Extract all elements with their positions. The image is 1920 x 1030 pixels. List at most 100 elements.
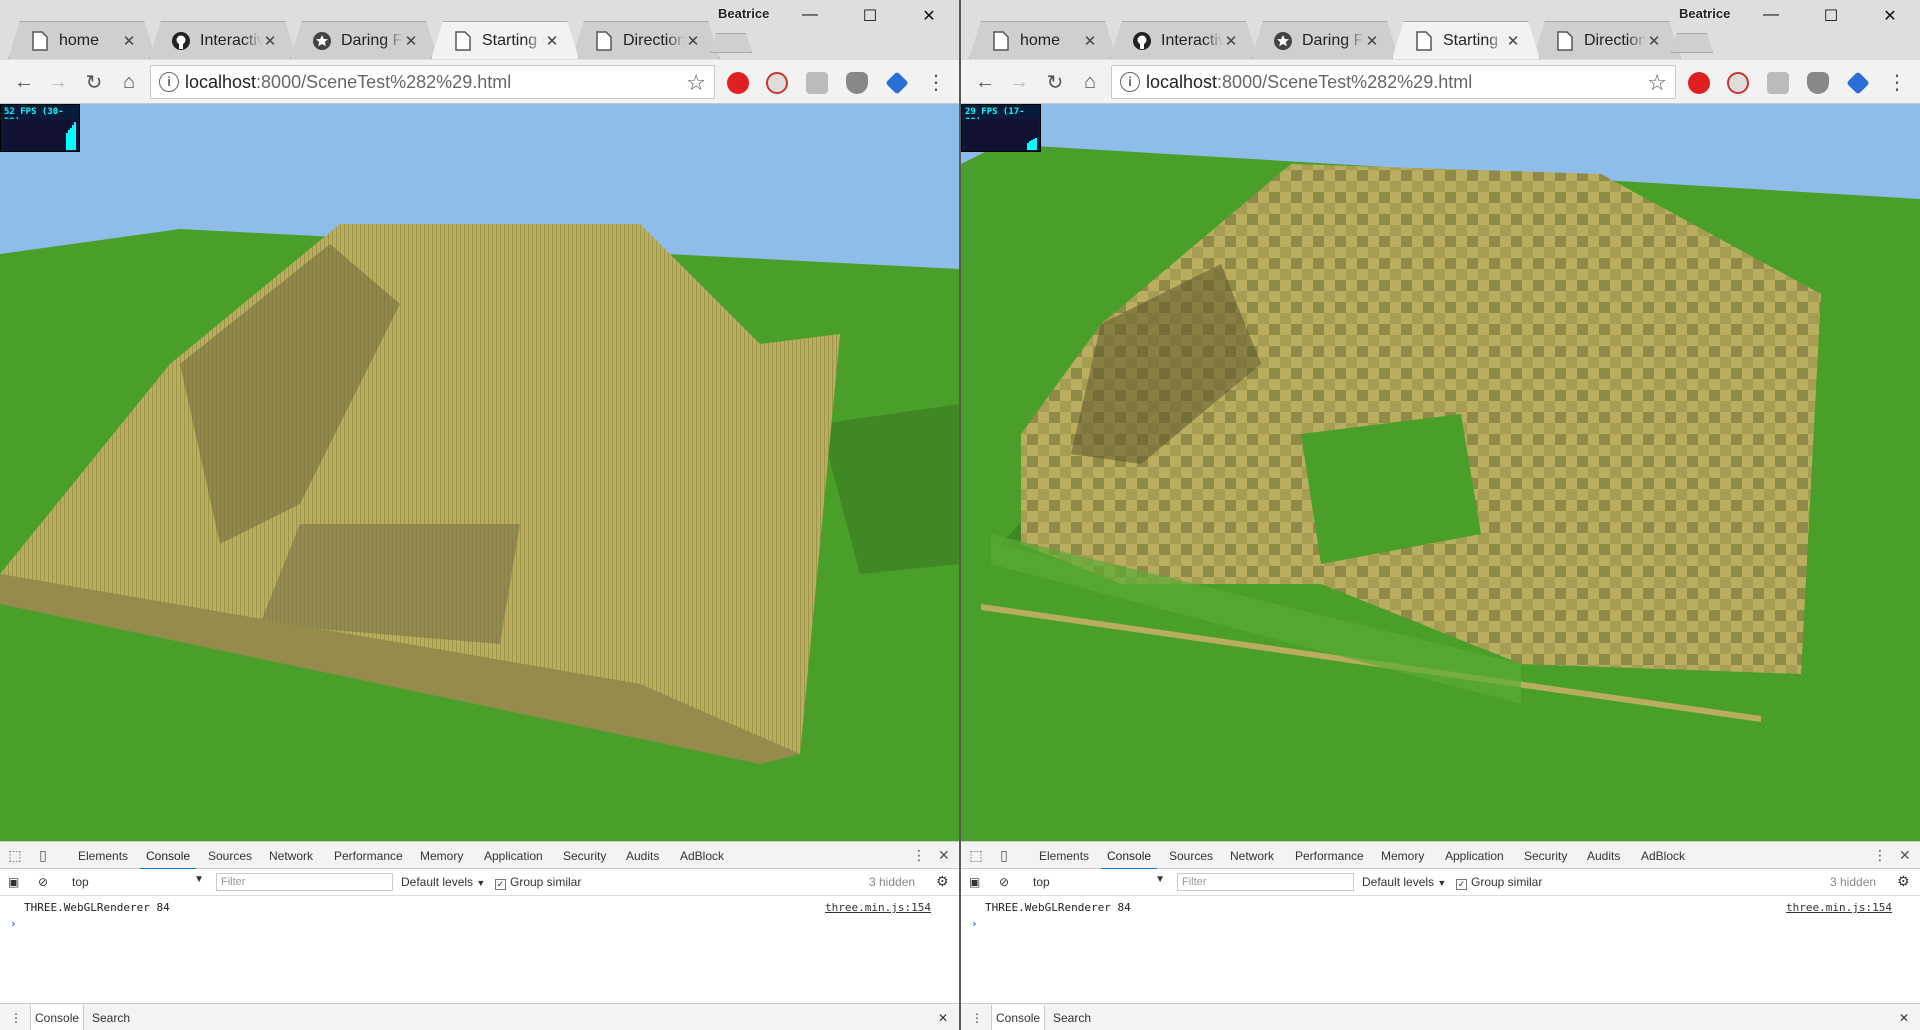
shield-extension-icon[interactable] <box>1807 72 1829 94</box>
new-tab-button[interactable] <box>1671 33 1713 53</box>
close-window-icon[interactable]: ✕ <box>1870 6 1910 26</box>
tab-close-icon[interactable]: ✕ <box>1223 32 1239 50</box>
tab-close-icon[interactable]: ✕ <box>685 32 701 50</box>
tab-direction[interactable]: Direction ✕ <box>1533 21 1681 59</box>
tab-close-icon[interactable]: ✕ <box>262 32 278 50</box>
devtools-close-icon[interactable]: ✕ <box>1899 847 1911 864</box>
extension-face-icon[interactable] <box>766 72 788 94</box>
devtools-tab-application[interactable]: Application <box>1445 849 1504 863</box>
inspect-icon[interactable]: ⬚ <box>6 846 24 864</box>
maximize-icon[interactable]: ☐ <box>850 6 890 26</box>
console-filter-input[interactable]: Filter <box>1177 873 1354 891</box>
minimize-icon[interactable]: — <box>790 6 830 24</box>
drawer-tab-console[interactable]: Console <box>991 1005 1046 1030</box>
reload-icon[interactable]: ↻ <box>1041 68 1069 96</box>
profile-name[interactable]: Beatrice <box>1679 6 1730 21</box>
info-icon[interactable]: i <box>159 72 179 92</box>
console-settings-gear-icon[interactable]: ⚙ <box>1897 873 1910 890</box>
info-icon[interactable]: i <box>1120 72 1140 92</box>
drawer-tab-search[interactable]: Search <box>1053 1011 1091 1025</box>
devtools-tab-audits[interactable]: Audits <box>1587 849 1620 863</box>
maximize-icon[interactable]: ☐ <box>1811 6 1851 26</box>
console-settings-gear-icon[interactable]: ⚙ <box>936 873 949 890</box>
context-select[interactable]: top ▼ <box>1027 873 1167 891</box>
devtools-tab-elements[interactable]: Elements <box>1039 849 1089 863</box>
tab-close-icon[interactable]: ✕ <box>1082 32 1098 50</box>
console-filter-input[interactable]: Filter <box>216 873 393 891</box>
devtools-tab-sources[interactable]: Sources <box>1169 849 1213 863</box>
devtools-tab-application[interactable]: Application <box>484 849 543 863</box>
devtools-tab-console[interactable]: Console <box>1100 849 1158 870</box>
opera-extension-icon[interactable] <box>1688 72 1710 94</box>
devtools-tab-sources[interactable]: Sources <box>208 849 252 863</box>
sidebar-toggle-icon[interactable]: ▣ <box>8 875 19 889</box>
home-icon[interactable]: ⌂ <box>1076 68 1104 96</box>
tab-home[interactable]: home ✕ <box>8 21 156 59</box>
tab-close-icon[interactable]: ✕ <box>403 32 419 50</box>
console-log-source-link[interactable]: three.min.js:154 <box>825 901 931 914</box>
tab-github[interactable]: Interactiv ✕ <box>1110 21 1258 59</box>
group-similar-checkbox[interactable]: ✓ Group similar <box>495 875 581 890</box>
tab-home[interactable]: home ✕ <box>969 21 1117 59</box>
devtools-tab-memory[interactable]: Memory <box>1381 849 1424 863</box>
tab-close-icon[interactable]: ✕ <box>1364 32 1380 50</box>
devtools-menu-icon[interactable]: ⋮ <box>912 847 926 864</box>
menu-icon[interactable]: ⋮ <box>922 68 950 96</box>
close-window-icon[interactable]: ✕ <box>909 6 949 26</box>
devtools-tab-network[interactable]: Network <box>269 849 313 863</box>
drawer-tab-console[interactable]: Console <box>30 1005 85 1030</box>
clear-console-icon[interactable]: ⊘ <box>38 875 48 889</box>
tab-github[interactable]: Interactiv ✕ <box>149 21 297 59</box>
pdf-extension-icon[interactable] <box>1767 72 1789 94</box>
devtools-tab-console[interactable]: Console <box>139 849 197 870</box>
drawer-close-icon[interactable]: ✕ <box>1899 1011 1909 1025</box>
bookmark-star-icon[interactable]: ☆ <box>686 70 706 96</box>
drawer-close-icon[interactable]: ✕ <box>938 1011 948 1025</box>
drawer-tab-search[interactable]: Search <box>92 1011 130 1025</box>
group-similar-checkbox[interactable]: ✓ Group similar <box>1456 875 1542 890</box>
devtools-tab-memory[interactable]: Memory <box>420 849 463 863</box>
fps-stats-panel[interactable]: 29 FPS (17-30) <box>961 104 1041 152</box>
clear-console-icon[interactable]: ⊘ <box>999 875 1009 889</box>
back-icon[interactable]: ← <box>971 68 999 96</box>
webgl-canvas[interactable]: 52 FPS (30-52) <box>0 104 959 841</box>
context-select[interactable]: top ▼ <box>66 873 206 891</box>
devtools-tab-security[interactable]: Security <box>563 849 606 863</box>
console-prompt-icon[interactable]: › <box>971 917 978 930</box>
bookmark-star-icon[interactable]: ☆ <box>1647 70 1667 96</box>
devtools-tab-adblock[interactable]: AdBlock <box>1641 849 1685 863</box>
tab-daring-fireball[interactable]: Daring Fi ✕ <box>1251 21 1399 59</box>
tab-close-icon[interactable]: ✕ <box>1646 32 1662 50</box>
home-icon[interactable]: ⌂ <box>115 68 143 96</box>
console-prompt-icon[interactable]: › <box>10 917 17 930</box>
tab-direction[interactable]: Direction ✕ <box>572 21 720 59</box>
log-levels-dropdown[interactable]: Default levels ▼ <box>1362 875 1446 889</box>
menu-icon[interactable]: ⋮ <box>1883 68 1911 96</box>
address-bar[interactable]: i localhost:8000/SceneTest%282%29.html ☆ <box>150 65 715 99</box>
profile-name[interactable]: Beatrice <box>718 6 769 21</box>
shield-extension-icon[interactable] <box>846 72 868 94</box>
back-icon[interactable]: ← <box>10 68 38 96</box>
device-toolbar-icon[interactable]: ▯ <box>995 846 1013 864</box>
console-log-source-link[interactable]: three.min.js:154 <box>1786 901 1892 914</box>
devtools-tab-performance[interactable]: Performance <box>1295 849 1364 863</box>
device-toolbar-icon[interactable]: ▯ <box>34 846 52 864</box>
tab-starting[interactable]: Starting ( ✕ <box>1392 21 1540 59</box>
tab-close-icon[interactable]: ✕ <box>1505 32 1521 50</box>
devtools-tab-audits[interactable]: Audits <box>626 849 659 863</box>
forward-icon[interactable]: → <box>44 68 72 96</box>
tab-starting[interactable]: Starting ( ✕ <box>431 21 579 59</box>
tab-daring-fireball[interactable]: Daring Fi ✕ <box>290 21 438 59</box>
tab-close-icon[interactable]: ✕ <box>544 32 560 50</box>
devtools-tab-performance[interactable]: Performance <box>334 849 403 863</box>
devtools-menu-icon[interactable]: ⋮ <box>1873 847 1887 864</box>
inspect-icon[interactable]: ⬚ <box>967 846 985 864</box>
fps-stats-panel[interactable]: 52 FPS (30-52) <box>0 104 80 152</box>
minimize-icon[interactable]: — <box>1751 6 1791 24</box>
devtools-tab-adblock[interactable]: AdBlock <box>680 849 724 863</box>
drawer-menu-icon[interactable]: ⋮ <box>971 1011 983 1025</box>
sidebar-toggle-icon[interactable]: ▣ <box>969 875 980 889</box>
forward-icon[interactable]: → <box>1005 68 1033 96</box>
pdf-extension-icon[interactable] <box>806 72 828 94</box>
devtools-tab-elements[interactable]: Elements <box>78 849 128 863</box>
